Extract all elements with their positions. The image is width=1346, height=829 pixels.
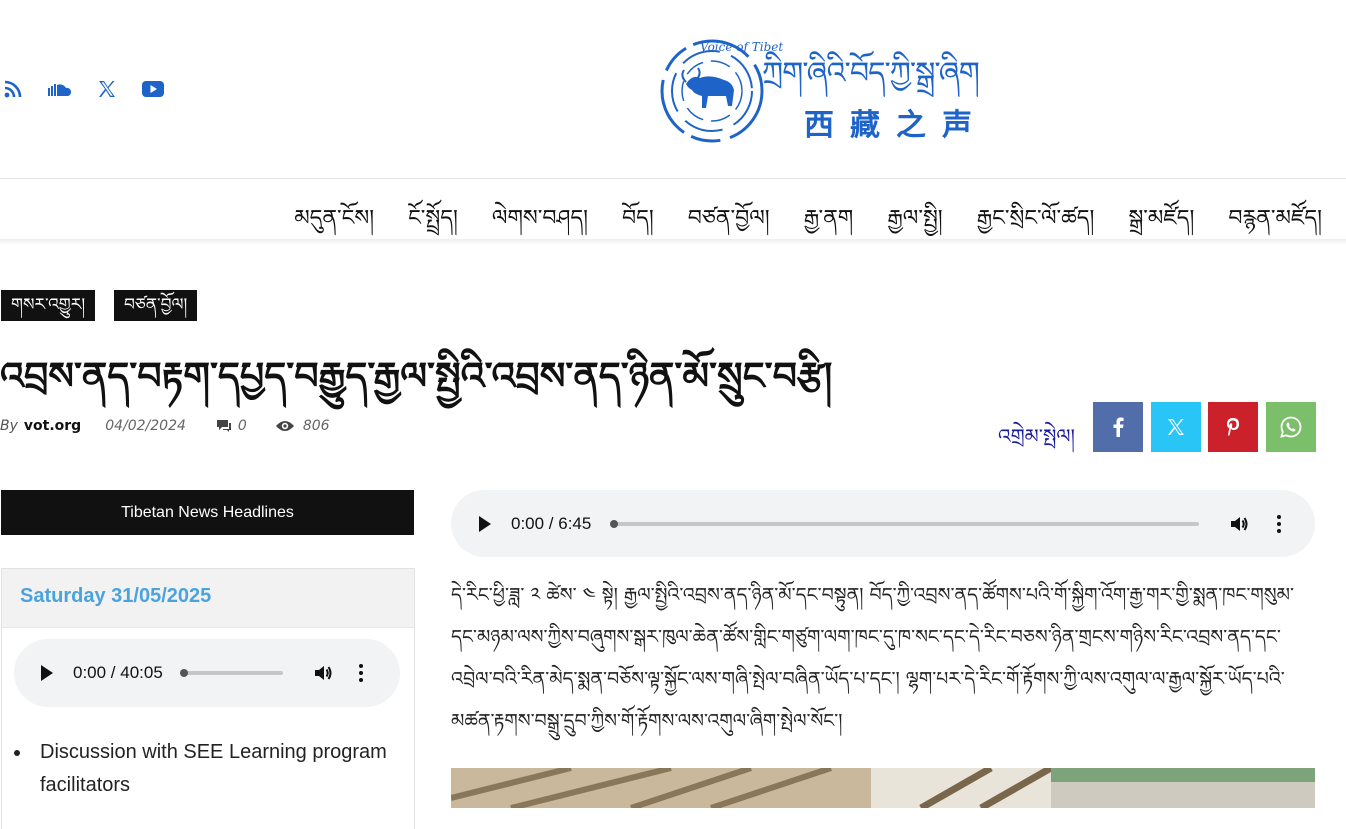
sidebar-audio-player: 0:00 / 40:05 (14, 639, 400, 707)
author-link[interactable]: vot.org (24, 418, 81, 434)
comments-count[interactable]: 0 (216, 418, 247, 434)
logo-chinese-text: 西藏之声 (804, 108, 988, 143)
article-audio-progress-knob[interactable] (610, 519, 619, 528)
facebook-icon (1113, 417, 1124, 437)
list-bullet (14, 750, 20, 756)
publish-date: 04/02/2024 (105, 418, 186, 434)
article-body: དེ་རིང་ཕྱི་ཟླ་ ༢ ཚེས་ ༤ སྟེ། རྒྱལ་སྤྱིའི… (451, 584, 1294, 732)
soundcloud-icon[interactable] (48, 82, 72, 96)
share-x-button[interactable] (1151, 402, 1201, 452)
nav-item-audio[interactable]: སྒྲ་མཛོད། (1128, 193, 1194, 255)
nav-item-opinion[interactable]: ལེགས་བཤད། (492, 193, 588, 255)
sidebar-audio-more-button[interactable] (358, 663, 363, 684)
nav-item-international[interactable]: རྒྱལ་སྤྱི། (887, 193, 942, 255)
social-links (4, 80, 190, 98)
share-whatsapp-button[interactable] (1266, 402, 1316, 452)
meta-by-label: By (0, 418, 18, 434)
sidebar-audio-progress-knob[interactable] (179, 669, 188, 677)
share-pinterest-button[interactable] (1208, 402, 1258, 452)
article-audio-progress[interactable] (610, 519, 1200, 528)
nav-shadow (0, 239, 1346, 245)
tag-exile[interactable]: བཙན་བྱོལ། (114, 290, 198, 321)
sidebar-heading: Tibetan News Headlines (1, 490, 414, 535)
nav-item-history[interactable]: རྒྱང་སྲིང་ལོ་ཚད། (977, 193, 1095, 255)
nav-item-exile[interactable]: བཙན་བྱོལ། (688, 193, 770, 255)
x-icon (1168, 419, 1184, 435)
article-audio-time: 0:00 / 6:45 (511, 513, 592, 533)
sidebar-date: Saturday 31/05/2025 (20, 585, 212, 607)
tag-news[interactable]: གསར་འགྱུར། (1, 290, 96, 321)
share-facebook-button[interactable] (1093, 402, 1143, 452)
volume-icon (1231, 516, 1248, 531)
nav-item-china[interactable]: རྒྱ་ནག (804, 193, 854, 255)
sidebar-play-button[interactable] (41, 665, 53, 681)
whatsapp-icon (1280, 416, 1302, 438)
youtube-icon[interactable] (142, 81, 164, 97)
sidebar-volume-button[interactable] (313, 663, 333, 683)
comment-icon (216, 420, 231, 432)
article-audio-more-button[interactable] (1277, 513, 1282, 534)
sidebar-audio-progress[interactable] (179, 669, 283, 677)
article-meta: By vot.org 04/02/2024 0 806 (0, 418, 330, 434)
views-count-value: 806 (302, 418, 330, 434)
nav-item-home[interactable]: མདུན་ངོས། (294, 193, 374, 255)
pinterest-icon (1227, 418, 1239, 436)
sidebar-audio-time: 0:00 / 40:05 (73, 663, 163, 682)
article-photo-image (451, 768, 1315, 808)
headline-link[interactable]: Discussion with SEE Learning program fac… (40, 741, 387, 796)
eye-icon (275, 421, 294, 431)
share-label: འགྲེམ་སྤེལ། (998, 424, 1075, 448)
sidebar-date-bar: Saturday 31/05/2025 (2, 569, 414, 628)
site-logo[interactable]: Voice of Tibet ཀྲིག་ཞིའི་བོད་ཀྱི་སྒྲ་ཞིག… (656, 36, 1076, 146)
nav-item-tibet[interactable]: བོད། (622, 193, 654, 255)
rss-icon[interactable] (4, 80, 22, 98)
article-volume-button[interactable] (1229, 514, 1249, 534)
x-icon[interactable] (98, 80, 116, 98)
main-nav: མདུན་ངོས། ངོ་སྤྲོད། ལེགས་བཤད། བོད། བཙན་བ… (0, 178, 1346, 240)
article-play-button[interactable] (479, 515, 491, 532)
nav-item-video[interactable]: བརྙན་མཛོད། (1228, 193, 1322, 255)
article-photo (451, 768, 1315, 808)
comments-count-value: 0 (237, 418, 247, 434)
views-count: 806 (275, 418, 330, 434)
sidebar-headline-list: Discussion with SEE Learning program fac… (14, 736, 400, 802)
volume-icon (314, 666, 332, 680)
list-item[interactable]: Discussion with SEE Learning program fac… (14, 736, 400, 802)
article-audio-player: 0:00 / 6:45 (451, 490, 1315, 557)
nav-item-about[interactable]: ངོ་སྤྲོད། (408, 193, 458, 255)
